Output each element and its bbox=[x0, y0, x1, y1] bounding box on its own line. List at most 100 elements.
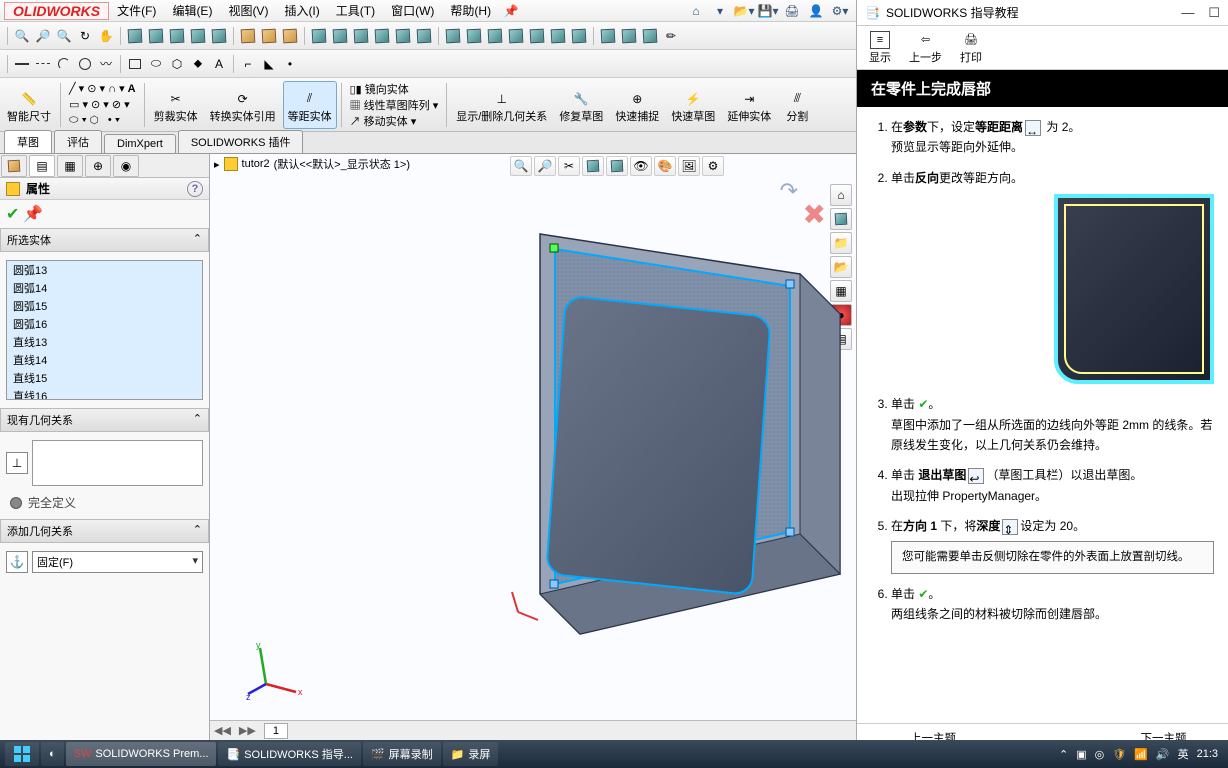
sk-line-small[interactable]: ╱ ▾ ⊙ ▾ ∩ ▾ A bbox=[69, 82, 136, 95]
cmd-mirror[interactable]: ▯▮ 镜向实体 bbox=[350, 81, 439, 97]
tut-print-button[interactable]: 🖨 打印 bbox=[960, 31, 982, 65]
sk-spline-icon[interactable]: 〰 bbox=[96, 54, 116, 74]
viewport[interactable]: ▸ tutor2 (默认<<默认>_显示状态 1>) 🔍 🔎 ✂ 👁 🎨 🖼 ⚙… bbox=[210, 154, 856, 740]
fixed-combo[interactable]: 固定(F) bbox=[32, 551, 203, 573]
hud-hide-icon[interactable]: 👁 bbox=[630, 156, 652, 176]
feat-dome-icon[interactable] bbox=[640, 26, 660, 46]
sk-text-icon[interactable]: A bbox=[209, 54, 229, 74]
sk-rect-small[interactable]: ▭ ▾ ⊙ ▾ ⊘ ▾ bbox=[69, 98, 136, 111]
view-edges-icon[interactable] bbox=[188, 26, 208, 46]
sk-rect-icon[interactable] bbox=[125, 54, 145, 74]
task-folder[interactable]: 📁录屏 bbox=[443, 742, 499, 766]
sk-polygon-icon[interactable]: ⬡ bbox=[167, 54, 187, 74]
rotate-arrow-icon[interactable]: ↷ bbox=[780, 178, 798, 204]
hud-orient-icon[interactable] bbox=[582, 156, 604, 176]
view-iso-icon[interactable] bbox=[259, 26, 279, 46]
triad-icon[interactable]: x y z bbox=[246, 640, 306, 700]
sk-point-icon[interactable]: • bbox=[280, 54, 300, 74]
feat-loft-icon[interactable] bbox=[372, 26, 392, 46]
sheet-tab-1[interactable]: 1 bbox=[264, 723, 288, 739]
ptab-config-icon[interactable]: ▦ bbox=[57, 155, 83, 177]
sk-chamfer-icon[interactable]: ◣ bbox=[259, 54, 279, 74]
list-item[interactable]: 圆弧15 bbox=[7, 297, 202, 315]
tab-plugins[interactable]: SOLIDWORKS 插件 bbox=[178, 130, 304, 153]
view-front-icon[interactable] bbox=[280, 26, 300, 46]
sheet-next-icon[interactable]: ▶▶ bbox=[235, 724, 260, 737]
view-wire-icon[interactable] bbox=[146, 26, 166, 46]
feat-cut-icon[interactable] bbox=[443, 26, 463, 46]
menu-help[interactable]: 帮助(H) bbox=[442, 2, 499, 19]
new-icon[interactable]: ▾ bbox=[709, 2, 731, 20]
cmd-repair[interactable]: 🔧修复草图 bbox=[554, 81, 608, 129]
start-button[interactable] bbox=[5, 742, 39, 766]
maximize-icon[interactable]: ☐ bbox=[1208, 5, 1220, 21]
feat-rib-icon[interactable] bbox=[527, 26, 547, 46]
tab-dimxpert[interactable]: DimXpert bbox=[104, 134, 176, 153]
task-solidworks[interactable]: SWSOLIDWORKS Prem... bbox=[66, 742, 217, 766]
pin-icon[interactable]: 📌 bbox=[500, 2, 522, 20]
tab-evaluate[interactable]: 评估 bbox=[54, 130, 102, 153]
ptab-dimxpert-icon[interactable]: ⊕ bbox=[85, 155, 111, 177]
list-item[interactable]: 圆弧13 bbox=[7, 261, 202, 279]
minimize-icon[interactable]: — bbox=[1181, 5, 1194, 21]
tray-shield-icon[interactable]: 🛡 bbox=[1112, 748, 1126, 761]
tray-wifi-icon[interactable]: 📶 bbox=[1134, 748, 1148, 761]
feat-extrude-icon[interactable] bbox=[309, 26, 329, 46]
tut-show-button[interactable]: ≡ 显示 bbox=[869, 31, 891, 65]
cmd-split[interactable]: ⫻分割 bbox=[778, 81, 816, 129]
feat-revolve-icon[interactable] bbox=[330, 26, 350, 46]
feat-draft-icon[interactable] bbox=[548, 26, 568, 46]
section-add-relations[interactable]: 添加几何关系⌃ bbox=[0, 519, 209, 543]
home-icon[interactable]: ⌂ bbox=[685, 2, 707, 20]
user-icon[interactable]: 👤 bbox=[805, 2, 827, 20]
feat-sweep-icon[interactable] bbox=[351, 26, 371, 46]
hud-zoomfit-icon[interactable]: 🔎 bbox=[534, 156, 556, 176]
hud-style-icon[interactable] bbox=[606, 156, 628, 176]
pushpin-icon[interactable]: 📌 bbox=[23, 204, 43, 224]
feat-shell-icon[interactable] bbox=[569, 26, 589, 46]
cmd-extrude[interactable]: ⇥延伸实体 bbox=[722, 81, 776, 129]
ptab-property-icon[interactable]: ▤ bbox=[29, 155, 55, 177]
list-item[interactable]: 圆弧14 bbox=[7, 279, 202, 297]
menu-insert[interactable]: 插入(I) bbox=[276, 2, 327, 19]
tray-time[interactable]: 21:3 bbox=[1197, 748, 1218, 760]
cmd-relations[interactable]: ⊥显示/删除几何关系 bbox=[451, 81, 552, 129]
tool-zoom-icon[interactable]: 🔍 bbox=[12, 26, 32, 46]
cmd-move[interactable]: ↗ 移动实体 ▾ bbox=[350, 113, 439, 129]
view-section-icon[interactable] bbox=[238, 26, 258, 46]
list-item[interactable]: 圆弧16 bbox=[7, 315, 202, 333]
cmd-rapid[interactable]: ⚡快速草图 bbox=[666, 81, 720, 129]
view-shadow-icon[interactable] bbox=[209, 26, 229, 46]
cmd-trim[interactable]: ✂剪裁实体 bbox=[149, 81, 203, 129]
list-item[interactable]: 直线13 bbox=[7, 333, 202, 351]
relations-box[interactable] bbox=[32, 440, 203, 486]
tool-rotate-icon[interactable]: ↻ bbox=[75, 26, 95, 46]
sk-slot-icon[interactable]: ⬭ bbox=[146, 54, 166, 74]
tray-volume-icon[interactable]: 🔊 bbox=[1156, 748, 1170, 761]
tab-sketch[interactable]: 草图 bbox=[4, 130, 52, 153]
selected-entities-list[interactable]: 圆弧13 圆弧14 圆弧15 圆弧16 直线13 直线14 直线15 直线16 bbox=[6, 260, 203, 400]
sk-ellipse-icon[interactable]: ⬥ bbox=[188, 54, 208, 74]
save-icon[interactable]: 💾▾ bbox=[757, 2, 779, 20]
sheet-prev-icon[interactable]: ◀◀ bbox=[210, 724, 235, 737]
hud-zoom-icon[interactable]: 🔍 bbox=[510, 156, 532, 176]
menu-view[interactable]: 视图(V) bbox=[220, 2, 276, 19]
sk-circle-icon[interactable] bbox=[75, 54, 95, 74]
feat-mirror-icon[interactable] bbox=[506, 26, 526, 46]
ptab-feature-tree-icon[interactable] bbox=[1, 155, 27, 177]
sk-centerline-icon[interactable] bbox=[33, 54, 53, 74]
menu-edit[interactable]: 编辑(E) bbox=[164, 2, 220, 19]
menu-window[interactable]: 窗口(W) bbox=[383, 2, 442, 19]
menu-file[interactable]: 文件(F) bbox=[109, 2, 164, 19]
tool-pan-icon[interactable]: ✋ bbox=[96, 26, 116, 46]
ok-icon[interactable]: ✔ bbox=[6, 204, 19, 224]
task-ime[interactable]: ◐ bbox=[41, 742, 64, 766]
tp-home-icon[interactable]: ⌂ bbox=[830, 184, 852, 206]
help-icon[interactable]: ? bbox=[187, 181, 203, 197]
cmd-offset[interactable]: ⫽等距实体 bbox=[283, 81, 337, 129]
sk-line-icon[interactable] bbox=[12, 54, 32, 74]
hud-section-icon[interactable]: ✂ bbox=[558, 156, 580, 176]
cmd-convert[interactable]: ⟳转换实体引用 bbox=[205, 81, 281, 129]
feat-flex-icon[interactable]: ✏ bbox=[661, 26, 681, 46]
tut-back-button[interactable]: ⇦ 上一步 bbox=[909, 31, 942, 65]
